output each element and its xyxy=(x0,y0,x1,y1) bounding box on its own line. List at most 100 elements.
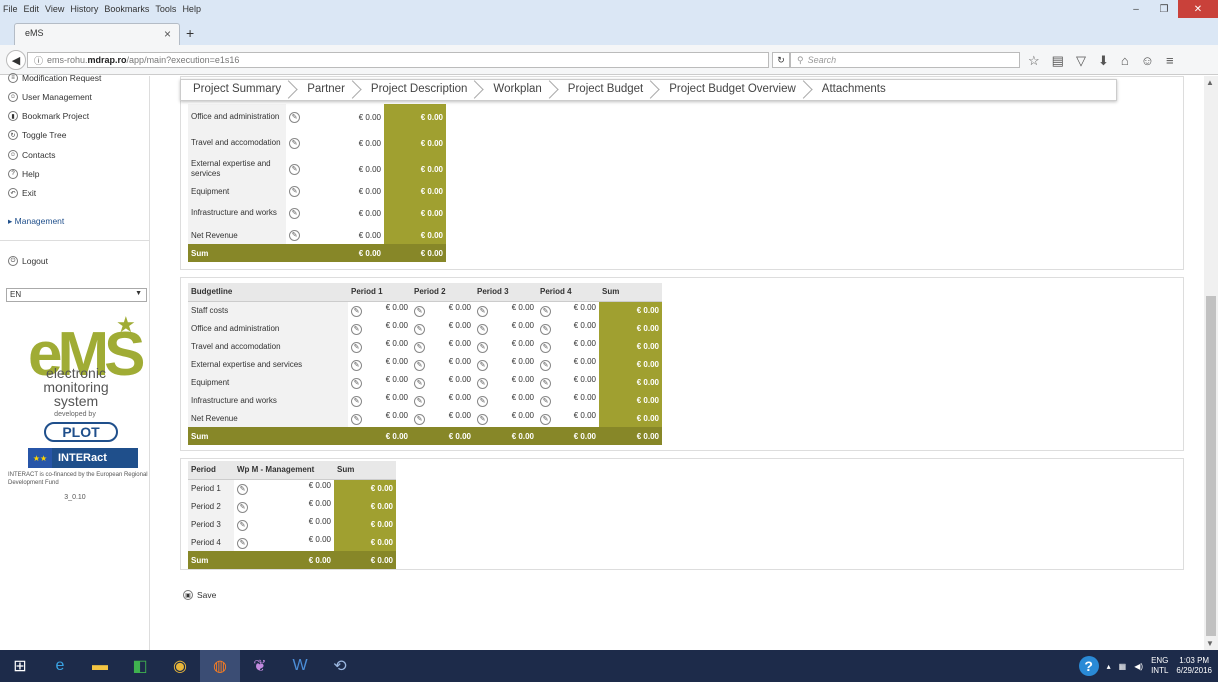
tab-attachments[interactable]: Attachments xyxy=(810,79,900,101)
edit-pencil-icon[interactable]: ✎ xyxy=(477,360,488,371)
save-button[interactable]: ▣ Save xyxy=(183,590,216,600)
reading-list-icon[interactable]: ▤ xyxy=(1052,53,1064,69)
url-bar[interactable]: ⓘ ems-rohu. mdrap.ro/app/main?execution=e… xyxy=(27,52,769,68)
edit-pencil-icon[interactable]: ✎ xyxy=(414,324,425,335)
edit-pencil-icon[interactable]: ✎ xyxy=(477,414,488,425)
edit-pencil-icon[interactable]: ✎ xyxy=(414,414,425,425)
edit-pencil-icon[interactable]: ✎ xyxy=(237,538,248,549)
sidebar-item-management[interactable]: ▸ Management xyxy=(8,216,64,227)
edit-pencil-icon[interactable]: ✎ xyxy=(289,229,300,241)
vertical-scrollbar[interactable]: ▲ ▼ xyxy=(1204,76,1218,650)
file-explorer-icon[interactable]: ▬ xyxy=(80,650,120,682)
back-arrow-icon[interactable]: ◀ xyxy=(6,50,26,70)
edit-pencil-icon[interactable]: ✎ xyxy=(540,324,551,335)
edit-pencil-icon[interactable]: ✎ xyxy=(414,360,425,371)
browser-tab[interactable]: eMS × xyxy=(14,23,180,45)
minimize-icon[interactable]: – xyxy=(1122,0,1150,18)
logout-button[interactable]: ⏻ Logout xyxy=(8,256,48,266)
edit-pencil-icon[interactable]: ✎ xyxy=(477,378,488,389)
word-icon[interactable]: W xyxy=(280,650,320,682)
edit-pencil-icon[interactable]: ✎ xyxy=(351,360,362,371)
tab-workplan[interactable]: Workplan xyxy=(481,79,555,101)
tab-project-budget[interactable]: Project Budget xyxy=(556,79,657,101)
sidebar-item-help[interactable]: ? Help xyxy=(8,169,39,179)
reload-icon[interactable]: ↻ xyxy=(772,52,790,68)
edit-pencil-icon[interactable]: ✎ xyxy=(289,207,300,219)
clock[interactable]: 1:03 PM 6/29/2016 xyxy=(1176,656,1212,676)
language-indicator[interactable]: ENG INTL xyxy=(1151,656,1168,676)
sidebar-item-modification-request[interactable]: ≡ Modification Request xyxy=(8,73,101,83)
edit-pencil-icon[interactable]: ✎ xyxy=(351,342,362,353)
scroll-up-icon[interactable]: ▲ xyxy=(1206,78,1214,87)
info-icon[interactable]: ⓘ xyxy=(34,54,43,67)
download-icon[interactable]: ⬇ xyxy=(1098,53,1109,69)
sidebar-item-toggle-tree[interactable]: ↻ Toggle Tree xyxy=(8,130,66,140)
edit-pencil-icon[interactable]: ✎ xyxy=(351,306,362,318)
tray-chevron-icon[interactable]: ▴ xyxy=(1107,662,1111,671)
sync-icon[interactable]: ☺ xyxy=(1141,53,1154,69)
edit-pencil-icon[interactable]: ✎ xyxy=(289,163,300,175)
menu-edit[interactable]: Edit xyxy=(21,4,43,14)
close-tab-icon[interactable]: × xyxy=(164,27,171,41)
search-input[interactable]: ⚲ Search xyxy=(790,52,1020,68)
edit-pencil-icon[interactable]: ✎ xyxy=(540,396,551,407)
scrollbar-thumb[interactable] xyxy=(1206,296,1216,636)
edit-pencil-icon[interactable]: ✎ xyxy=(351,414,362,425)
edit-pencil-icon[interactable]: ✎ xyxy=(477,306,488,318)
edit-pencil-icon[interactable]: ✎ xyxy=(414,378,425,389)
sidebar-item-bookmark-project[interactable]: ▮ Bookmark Project xyxy=(8,111,89,121)
edit-pencil-icon[interactable]: ✎ xyxy=(540,306,551,318)
help-circle-icon[interactable]: ? xyxy=(1078,656,1099,676)
edit-pencil-icon[interactable]: ✎ xyxy=(289,185,300,197)
sidebar-item-exit[interactable]: ↶ Exit xyxy=(8,188,36,198)
menu-view[interactable]: View xyxy=(42,4,67,14)
store-icon[interactable]: ◧ xyxy=(120,650,160,682)
app-icon[interactable]: ⟲ xyxy=(320,650,360,682)
menu-tools[interactable]: Tools xyxy=(152,4,179,14)
restore-icon[interactable]: ❐ xyxy=(1150,0,1178,18)
menu-bookmarks[interactable]: Bookmarks xyxy=(101,4,152,14)
pocket-icon[interactable]: ▽ xyxy=(1076,53,1086,69)
sidebar-item-user-management[interactable]: ☺ User Management xyxy=(8,92,92,102)
ie-icon[interactable]: e xyxy=(40,650,80,682)
edit-pencil-icon[interactable]: ✎ xyxy=(414,342,425,353)
edit-pencil-icon[interactable]: ✎ xyxy=(477,396,488,407)
edit-pencil-icon[interactable]: ✎ xyxy=(237,502,248,513)
edit-pencil-icon[interactable]: ✎ xyxy=(477,342,488,353)
close-window-icon[interactable]: ✕ xyxy=(1178,0,1218,18)
volume-icon[interactable]: ◀) xyxy=(1134,662,1143,671)
firefox-icon[interactable]: ◍ xyxy=(200,650,240,682)
edit-pencil-icon[interactable]: ✎ xyxy=(540,342,551,353)
menu-help[interactable]: Help xyxy=(179,4,204,14)
chrome-icon[interactable]: ◉ xyxy=(160,650,200,682)
edit-pencil-icon[interactable]: ✎ xyxy=(540,378,551,389)
menu-file[interactable]: File xyxy=(0,4,21,14)
edit-pencil-icon[interactable]: ✎ xyxy=(351,396,362,407)
edit-pencil-icon[interactable]: ✎ xyxy=(237,520,248,531)
edit-pencil-icon[interactable]: ✎ xyxy=(351,324,362,335)
edit-pencil-icon[interactable]: ✎ xyxy=(351,378,362,389)
edit-pencil-icon[interactable]: ✎ xyxy=(289,111,300,123)
menu-history[interactable]: History xyxy=(67,4,101,14)
edit-pencil-icon[interactable]: ✎ xyxy=(414,396,425,407)
new-tab-icon[interactable]: + xyxy=(186,25,194,41)
edit-pencil-icon[interactable]: ✎ xyxy=(414,306,425,318)
edit-pencil-icon[interactable]: ✎ xyxy=(289,137,300,149)
windows-start-icon[interactable]: ⊞ xyxy=(0,650,40,682)
tab-project-budget-overview[interactable]: Project Budget Overview xyxy=(657,79,810,101)
bookmark-star-icon[interactable]: ☆ xyxy=(1028,53,1040,69)
network-icon[interactable]: ▦ xyxy=(1119,662,1127,671)
tab-project-summary[interactable]: Project Summary xyxy=(181,79,295,101)
edit-pencil-icon[interactable]: ✎ xyxy=(540,360,551,371)
home-icon[interactable]: ⌂ xyxy=(1121,53,1129,69)
scroll-down-icon[interactable]: ▼ xyxy=(1206,639,1214,648)
tab-project-description[interactable]: Project Description xyxy=(359,79,482,101)
edit-pencil-icon[interactable]: ✎ xyxy=(540,414,551,425)
edit-pencil-icon[interactable]: ✎ xyxy=(477,324,488,335)
tab-partner[interactable]: Partner xyxy=(295,79,359,101)
paint-icon[interactable]: ❦ xyxy=(240,650,280,682)
sidebar-item-contacts[interactable]: ☺ Contacts xyxy=(8,150,56,160)
language-select[interactable]: EN ▼ xyxy=(6,288,147,302)
hamburger-menu-icon[interactable]: ≡ xyxy=(1166,53,1174,69)
edit-pencil-icon[interactable]: ✎ xyxy=(237,484,248,496)
